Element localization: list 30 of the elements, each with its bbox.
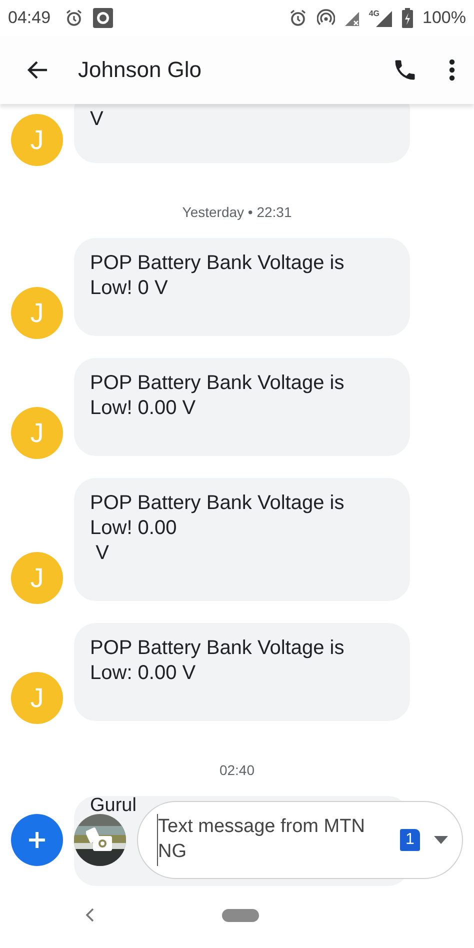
message-bubble: POP Battery Bank Voltage is Low! 0 V	[74, 238, 410, 336]
dropdown-caret-icon[interactable]	[434, 836, 448, 844]
message-bubble: POP Battery Bank Voltage is Low! 0.00 V	[74, 478, 410, 601]
avatar: J	[11, 552, 63, 604]
timestamp: 02:40	[218, 761, 256, 780]
battery-icon	[402, 8, 413, 28]
alarm-icon	[288, 9, 307, 27]
plus-icon	[27, 830, 47, 850]
battery-percent: 100%	[422, 8, 466, 28]
message-bubble: POP Battery Bank Voltage is Low: 0.00 V	[74, 623, 410, 721]
status-time: 04:49	[8, 8, 51, 28]
home-button[interactable]	[222, 908, 259, 922]
chevron-left-icon	[84, 907, 96, 923]
avatar: J	[11, 287, 63, 339]
avatar: J	[11, 407, 63, 459]
gallery-camera-icon	[86, 827, 114, 853]
hotspot-icon	[316, 9, 335, 27]
network-signal: 4G	[368, 9, 392, 27]
alarm-icon	[64, 9, 83, 27]
signal-icon	[344, 10, 359, 26]
sim-badge[interactable]: 1	[400, 829, 420, 851]
avatar: J	[11, 672, 63, 724]
message-bubble: POP Battery Bank Voltage is Low! 0.00 V	[74, 358, 410, 456]
contact-name: Johnson Glo	[78, 57, 203, 83]
add-attachment-button[interactable]	[11, 814, 63, 866]
timestamp: Yesterday • 22:31	[181, 203, 293, 222]
avatar: J	[11, 114, 63, 166]
nav-back-button[interactable]	[84, 907, 96, 923]
record-icon	[92, 8, 113, 28]
message-input[interactable]: Text message from MTN NG 1	[137, 801, 463, 879]
